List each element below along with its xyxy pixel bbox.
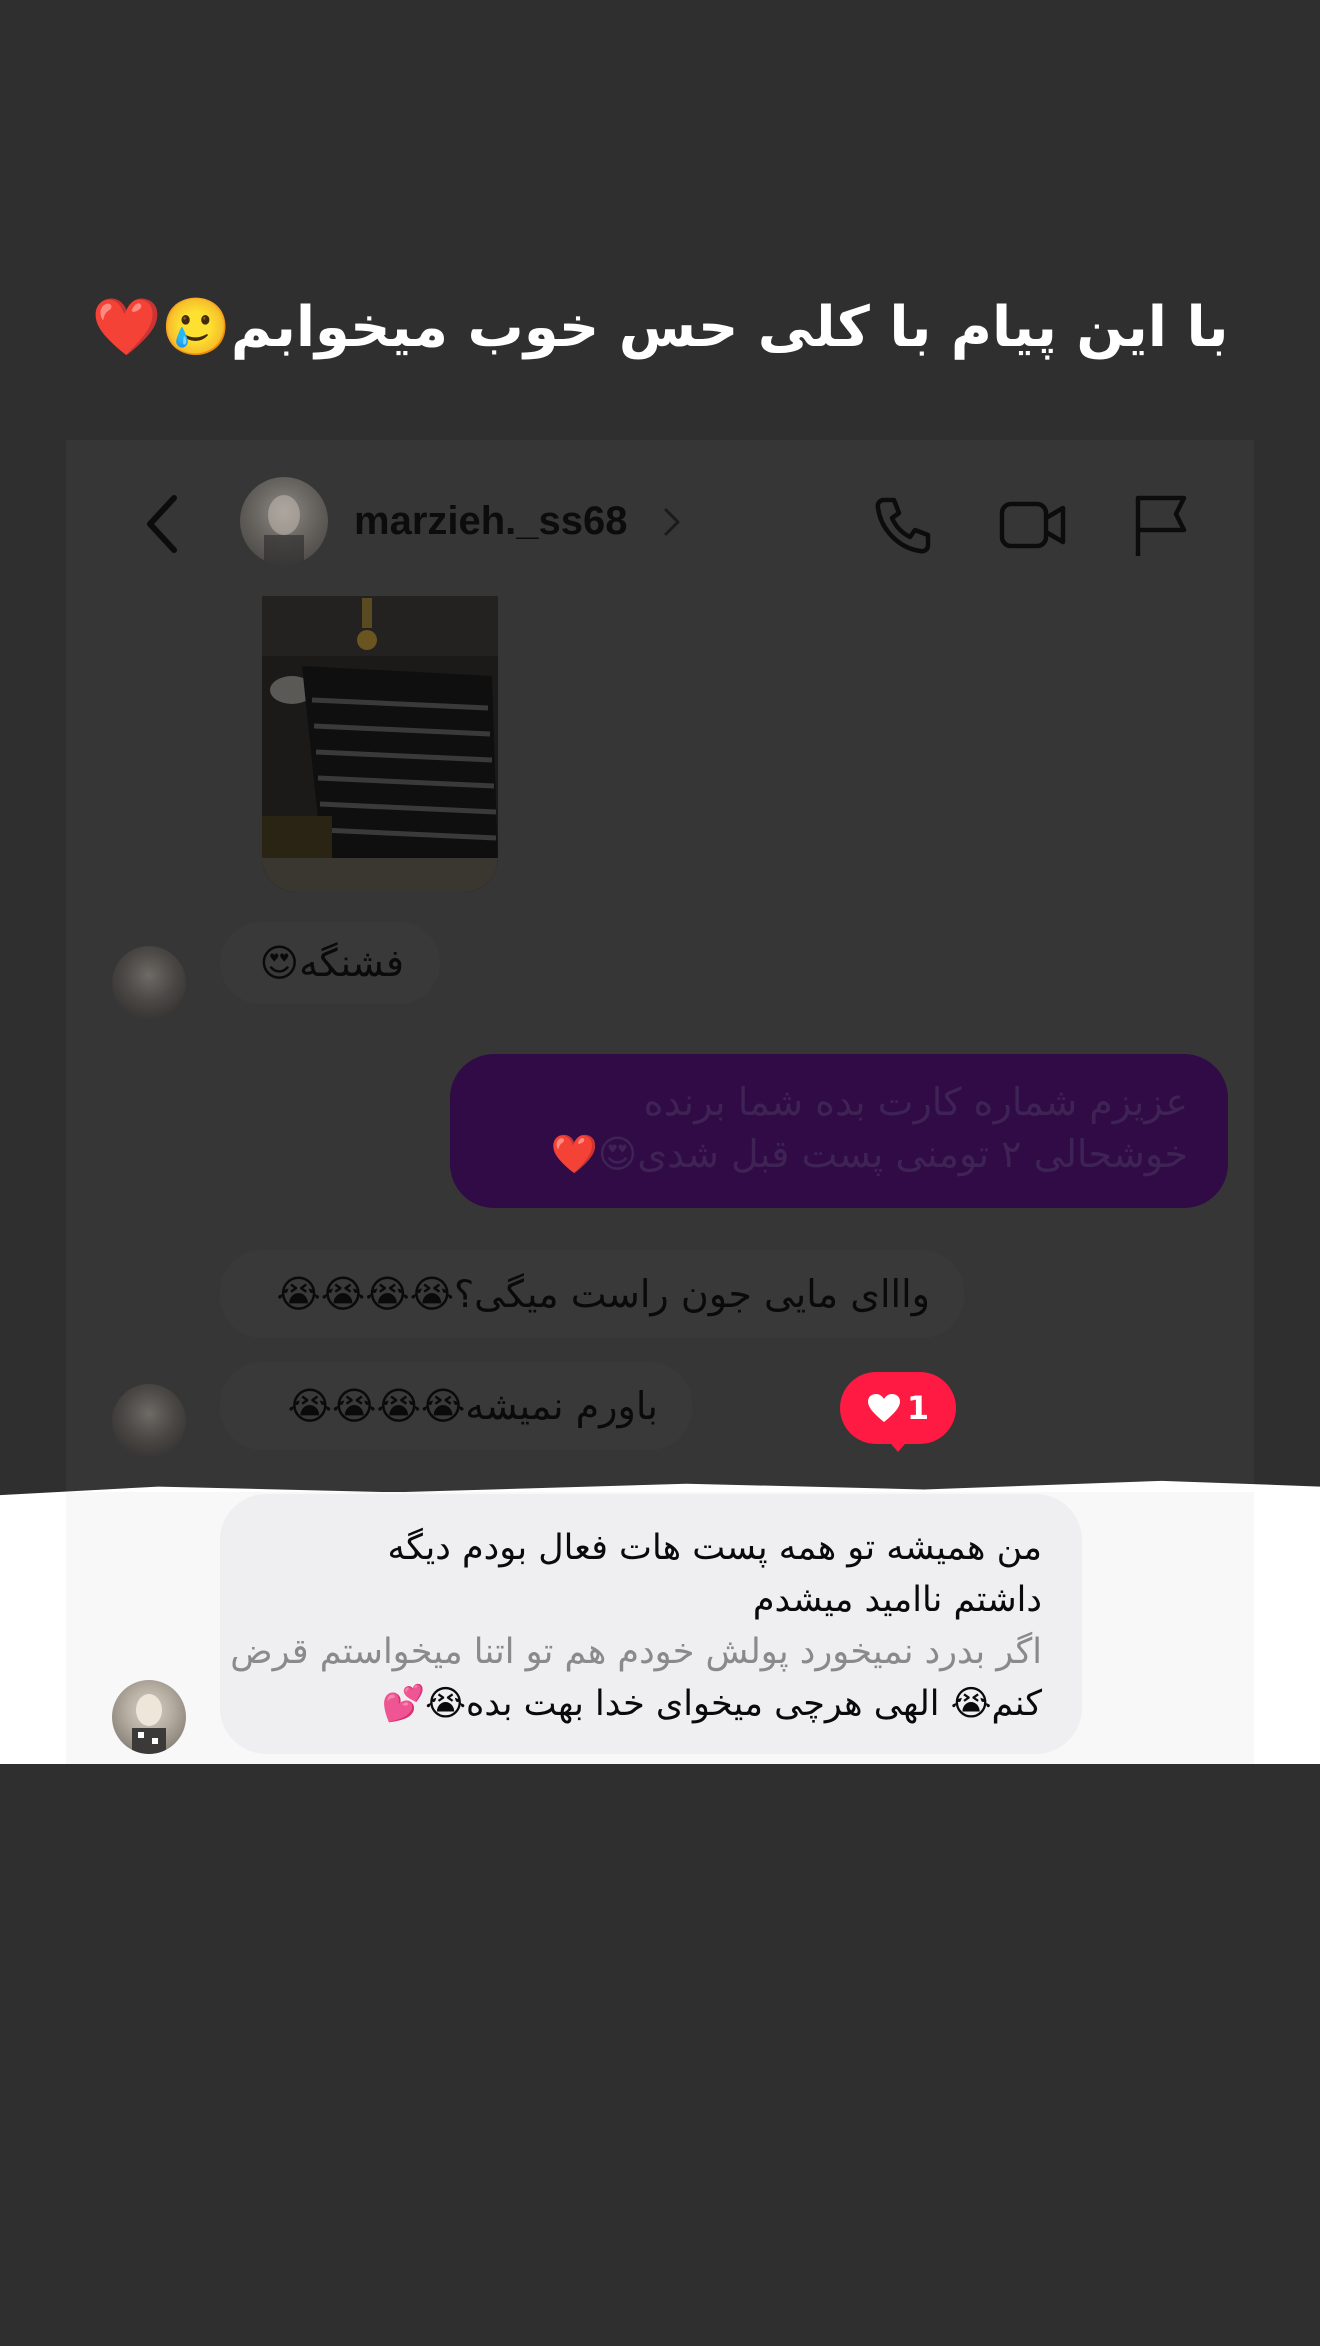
incoming-message[interactable]: باورم نمیشه😭😭😭😭 (220, 1362, 692, 1450)
phone-call-icon[interactable] (872, 494, 934, 556)
heart-icon (867, 1394, 900, 1422)
outgoing-message[interactable]: عزیزم شماره کارت بده شما برنده خوشحالی ۲… (450, 1054, 1228, 1208)
back-chevron-icon[interactable] (140, 494, 190, 554)
header-avatar[interactable] (240, 477, 328, 565)
chevron-right-icon[interactable] (660, 506, 684, 538)
report-flag-icon[interactable] (1132, 492, 1190, 558)
sender-avatar[interactable] (112, 946, 186, 1020)
reaction-badge[interactable]: 1 (840, 1372, 956, 1444)
story-caption: با این پیام با کلی حس خوب میخوابم🥲❤️ (91, 295, 1229, 360)
shared-photo[interactable] (262, 596, 498, 892)
message-line: اگر بدرد نمیخورد پولش خودم هم تو اتنا می… (230, 1632, 1042, 1672)
incoming-message[interactable]: وااای مایی جون راست میگی؟😭😭😭😭 (220, 1250, 964, 1338)
message-line: کنم😭 الهی هرچی میخوای خدا بهت بده😭💕 (381, 1684, 1042, 1724)
video-call-icon[interactable] (998, 494, 1068, 556)
sender-avatar[interactable] (112, 1680, 186, 1754)
incoming-message[interactable]: فشنگه😍 (220, 922, 440, 1004)
highlighted-message[interactable]: من همیشه تو همه پست هات فعال بودم دیگه د… (220, 1494, 1082, 1754)
sender-avatar[interactable] (112, 1384, 186, 1458)
message-line: داشتم ناامید میشدم (752, 1580, 1042, 1620)
reaction-pointer (886, 1438, 910, 1452)
header-username[interactable]: marzieh._ss68 (354, 496, 628, 546)
message-line: من همیشه تو همه پست هات فعال بودم دیگه (387, 1528, 1042, 1568)
reaction-count: 1 (906, 1389, 930, 1427)
